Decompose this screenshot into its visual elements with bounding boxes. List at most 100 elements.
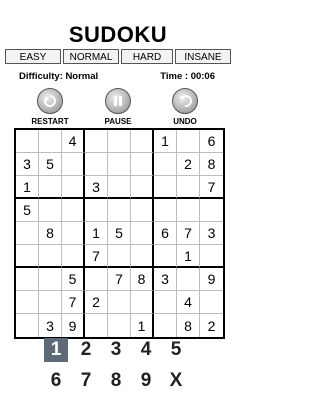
board-cell[interactable] [62, 222, 85, 245]
board-cell[interactable] [131, 176, 154, 199]
board-cell[interactable] [108, 314, 131, 337]
board-cell[interactable]: 2 [177, 153, 200, 176]
board-cell[interactable] [131, 245, 154, 268]
board-cell[interactable]: 6 [200, 130, 223, 153]
board-cell[interactable]: 1 [177, 245, 200, 268]
board-cell[interactable] [177, 199, 200, 222]
board-cell[interactable] [16, 314, 39, 337]
board-cell[interactable] [154, 291, 177, 314]
number-key-4[interactable]: 4 [134, 338, 158, 362]
level-hard-button[interactable]: HARD [121, 49, 173, 64]
board-cell[interactable]: 8 [39, 222, 62, 245]
board-cell[interactable]: 3 [154, 268, 177, 291]
board-cell[interactable]: 6 [154, 222, 177, 245]
board-cell[interactable] [62, 176, 85, 199]
board-cell[interactable] [39, 176, 62, 199]
board-cell[interactable] [131, 222, 154, 245]
board-cell[interactable]: 1 [85, 222, 108, 245]
board-cell[interactable]: 8 [177, 314, 200, 337]
board-cell[interactable]: 3 [85, 176, 108, 199]
board-cell[interactable]: 5 [108, 222, 131, 245]
game-title: SUDOKU [68, 22, 168, 47]
board-cell[interactable]: 7 [62, 291, 85, 314]
board-cell[interactable] [16, 222, 39, 245]
board-cell[interactable]: 3 [16, 153, 39, 176]
board-cell[interactable]: 3 [200, 222, 223, 245]
restart-button[interactable]: RESTART [20, 88, 80, 126]
board-cell[interactable]: 4 [177, 291, 200, 314]
board-cell[interactable] [131, 130, 154, 153]
number-key-6[interactable]: 6 [44, 369, 68, 393]
level-normal-button[interactable]: NORMAL [63, 49, 119, 64]
board-cell[interactable]: 2 [200, 314, 223, 337]
board-cell[interactable] [177, 268, 200, 291]
board-cell[interactable] [16, 130, 39, 153]
board-cell[interactable] [16, 268, 39, 291]
board-cell[interactable] [39, 199, 62, 222]
board-cell[interactable] [177, 176, 200, 199]
board-cell[interactable]: 5 [62, 268, 85, 291]
board-cell[interactable] [62, 153, 85, 176]
board-cell[interactable] [154, 245, 177, 268]
board-cell[interactable] [154, 176, 177, 199]
board-cell[interactable]: 3 [39, 314, 62, 337]
board-cell[interactable] [131, 153, 154, 176]
board-cell[interactable] [39, 130, 62, 153]
board-cell[interactable] [85, 130, 108, 153]
board-cell[interactable] [177, 130, 200, 153]
undo-label: UNDO [173, 117, 197, 126]
board-cell[interactable] [39, 268, 62, 291]
board-cell[interactable] [154, 153, 177, 176]
board-cell[interactable]: 1 [154, 130, 177, 153]
board-cell[interactable]: 2 [85, 291, 108, 314]
level-insane-button[interactable]: INSANE [175, 49, 231, 64]
number-key-2[interactable]: 2 [74, 338, 98, 362]
board-cell[interactable]: 7 [85, 245, 108, 268]
board-cell[interactable] [62, 199, 85, 222]
level-easy-button[interactable]: EASY [5, 49, 61, 64]
board-cell[interactable]: 4 [62, 130, 85, 153]
board-cell[interactable] [16, 291, 39, 314]
board-cell[interactable] [131, 199, 154, 222]
number-key-7[interactable]: 7 [74, 369, 98, 393]
undo-button[interactable]: UNDO [155, 88, 215, 126]
board-cell[interactable] [108, 130, 131, 153]
board-cell[interactable] [108, 199, 131, 222]
board-cell[interactable] [108, 245, 131, 268]
number-key-9[interactable]: 9 [134, 369, 158, 393]
board-cell[interactable]: 7 [177, 222, 200, 245]
board-cell[interactable] [154, 314, 177, 337]
board-cell[interactable]: 9 [200, 268, 223, 291]
board-cell[interactable]: 8 [200, 153, 223, 176]
board-cell[interactable] [85, 153, 108, 176]
board-cell[interactable] [108, 153, 131, 176]
board-cell[interactable] [85, 199, 108, 222]
board-cell[interactable]: 5 [39, 153, 62, 176]
board-cell[interactable] [200, 245, 223, 268]
board-cell[interactable] [108, 291, 131, 314]
number-key-1[interactable]: 1 [44, 338, 68, 362]
board-cell[interactable]: 1 [16, 176, 39, 199]
board-cell[interactable] [16, 245, 39, 268]
board-cell[interactable] [39, 245, 62, 268]
board-cell[interactable]: 7 [200, 176, 223, 199]
board-cell[interactable] [108, 176, 131, 199]
board-cell[interactable] [200, 291, 223, 314]
erase-key[interactable]: X [164, 369, 188, 393]
board-cell[interactable] [62, 245, 85, 268]
board-cell[interactable] [85, 314, 108, 337]
board-cell[interactable] [200, 199, 223, 222]
board-cell[interactable]: 7 [108, 268, 131, 291]
board-cell[interactable]: 1 [131, 314, 154, 337]
board-cell[interactable] [85, 268, 108, 291]
board-cell[interactable] [131, 291, 154, 314]
board-cell[interactable] [39, 291, 62, 314]
board-cell[interactable]: 8 [131, 268, 154, 291]
number-key-8[interactable]: 8 [104, 369, 128, 393]
board-cell[interactable] [154, 199, 177, 222]
number-key-3[interactable]: 3 [104, 338, 128, 362]
number-key-5[interactable]: 5 [164, 338, 188, 362]
board-cell[interactable]: 5 [16, 199, 39, 222]
board-cell[interactable]: 9 [62, 314, 85, 337]
pause-button[interactable]: PAUSE [88, 88, 148, 126]
